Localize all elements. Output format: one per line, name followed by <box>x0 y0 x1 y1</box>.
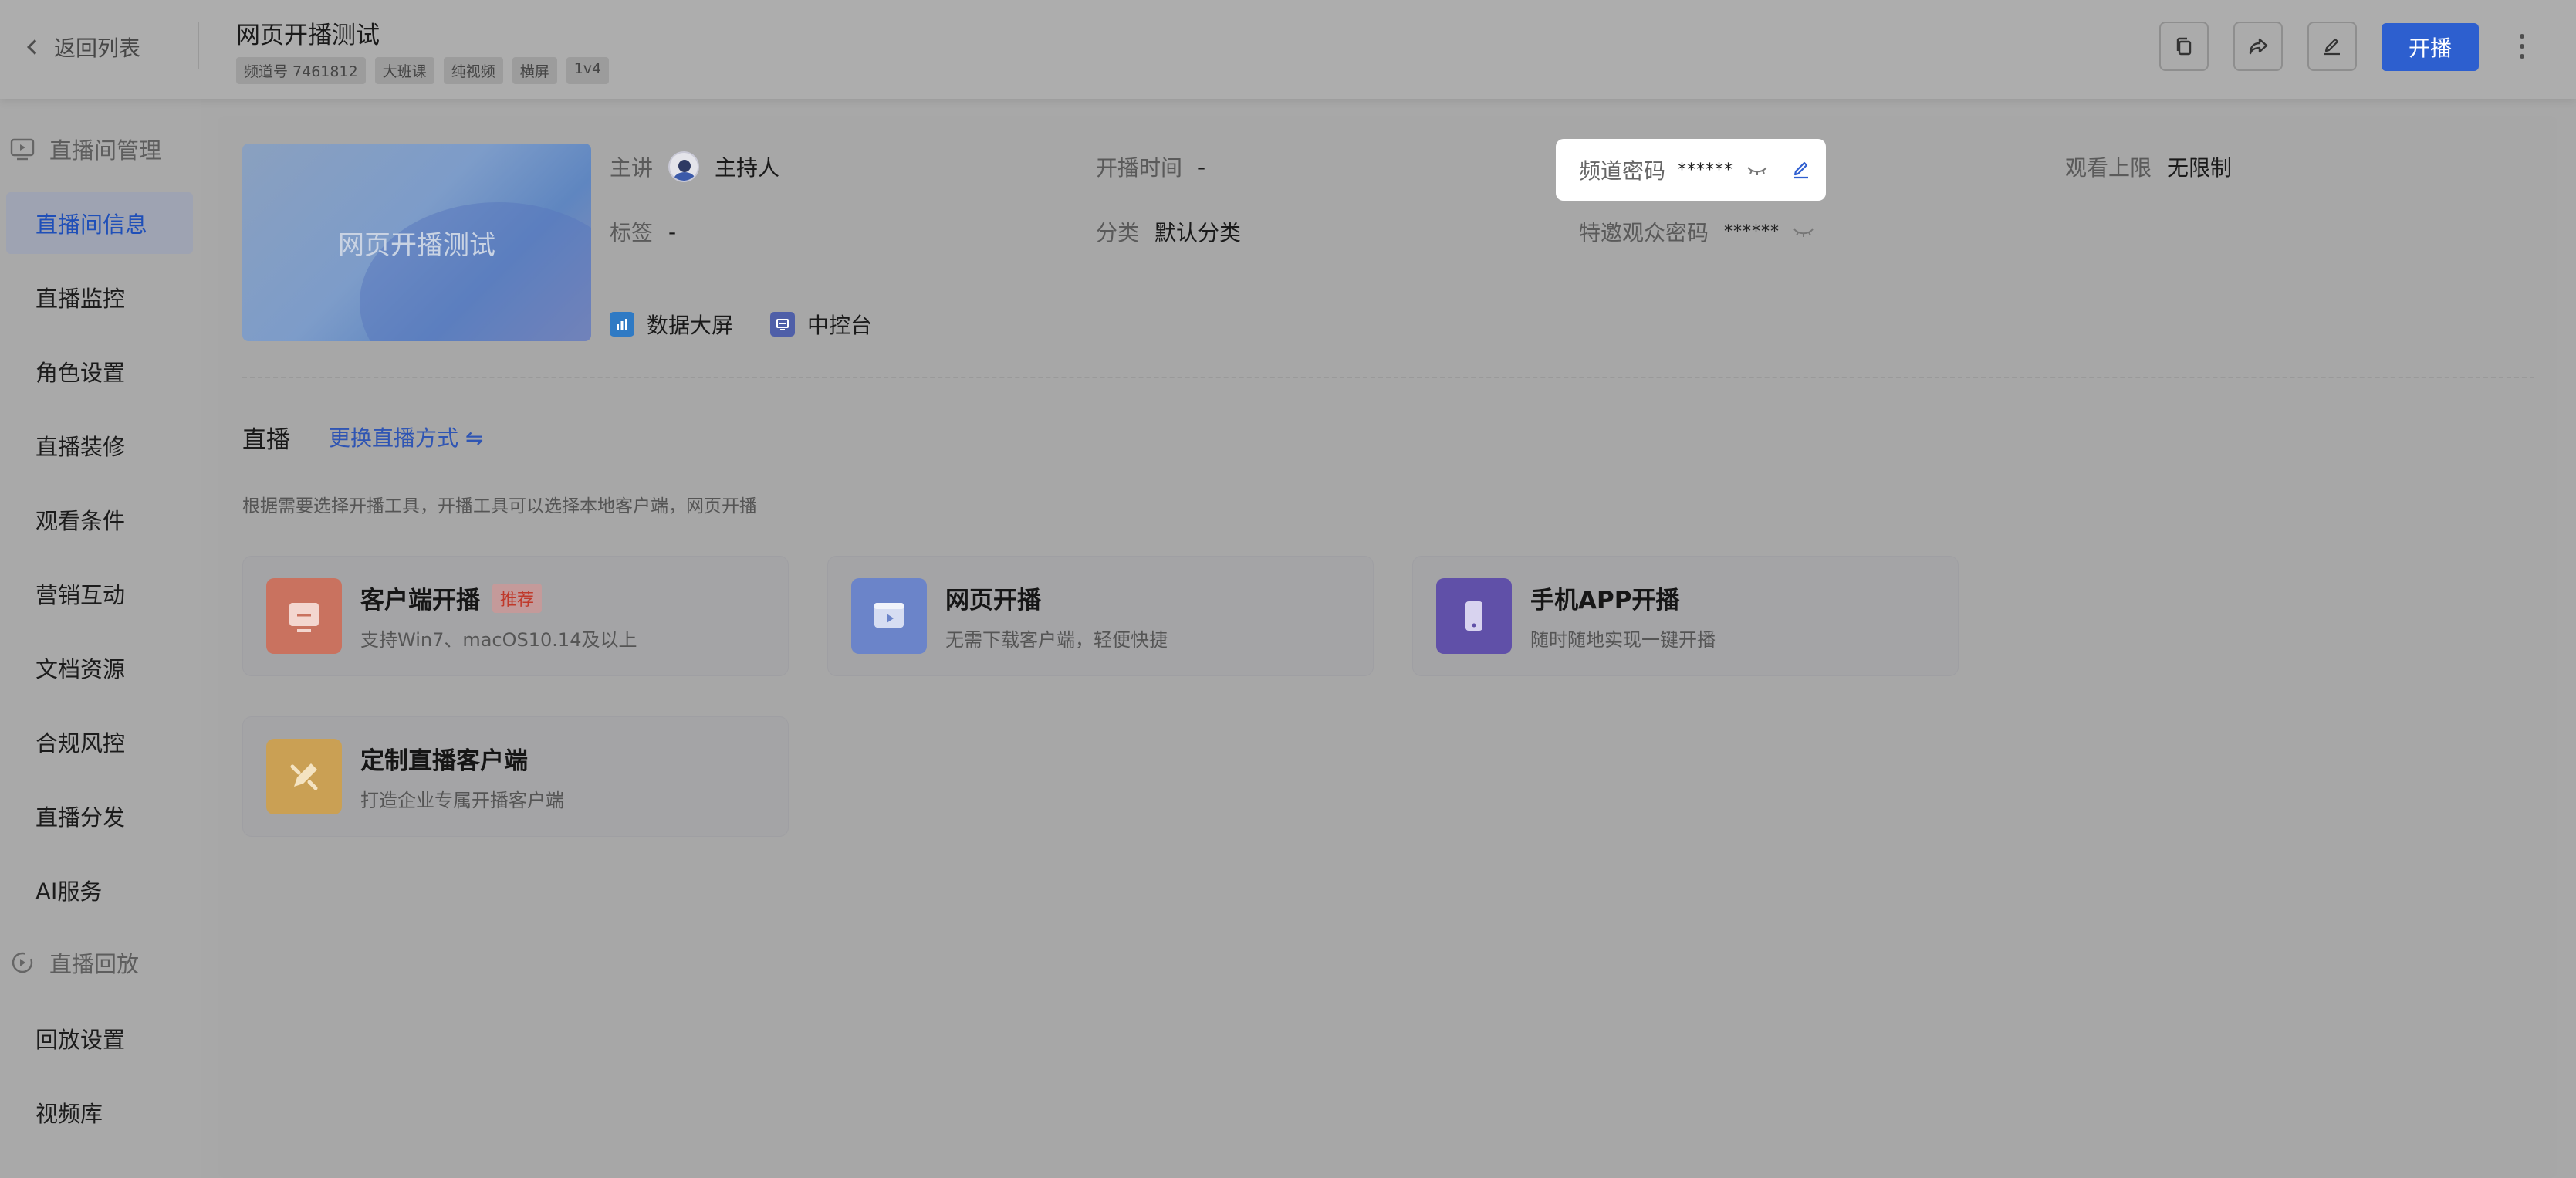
playback-icon <box>12 952 33 973</box>
eye-closed-icon[interactable] <box>1792 224 1815 239</box>
start-live-button[interactable]: 开播 <box>2382 23 2479 71</box>
share-button[interactable] <box>2233 22 2283 71</box>
channel-tags: 频道号 7461812 大班课 纯视频 横屏 1v4 <box>236 57 610 84</box>
start-time-key: 开播时间 <box>1096 155 1183 181</box>
client-monitor-icon <box>266 578 342 654</box>
mobile-app-live-card[interactable]: 手机APP开播 随时随地实现一键开播 <box>1412 556 1959 676</box>
category-value: 默认分类 <box>1154 220 1242 245</box>
sidebar-item-roles[interactable]: 角色设置 <box>0 340 193 402</box>
orientation-tag: 横屏 <box>512 57 557 84</box>
tag-value: - <box>668 218 677 245</box>
eye-closed-icon[interactable] <box>1746 162 1769 178</box>
sidebar-group-playback[interactable]: 直播回放 <box>9 946 139 979</box>
start-time-field: 开播时间 - <box>1096 151 1205 182</box>
card-title: 网页开播 <box>945 587 1041 614</box>
header-divider <box>198 22 199 69</box>
lecturer-value: 主持人 <box>715 155 780 181</box>
start-time-value: - <box>1198 154 1206 180</box>
invite-password-value: ****** <box>1724 222 1780 242</box>
edit-button[interactable] <box>2307 22 2357 71</box>
back-to-list-button[interactable]: 返回列表 <box>23 28 140 66</box>
lecturer-key: 主讲 <box>610 155 654 181</box>
top-header: 返回列表 网页开播测试 频道号 7461812 大班课 纯视频 横屏 1v4 开… <box>0 0 2576 99</box>
live-screen-icon <box>10 138 35 161</box>
phone-icon <box>1436 578 1512 654</box>
viewer-limit-value: 无限制 <box>2167 155 2233 181</box>
tag-key: 标签 <box>610 220 654 245</box>
console-link[interactable]: 中控台 <box>770 309 872 340</box>
lecturer-field: 主讲 主持人 <box>610 151 779 182</box>
seat-tag: 1v4 <box>566 57 610 84</box>
sidebar-item-decoration[interactable]: 直播装修 <box>0 415 193 476</box>
client-live-card[interactable]: 客户端开播 推荐 支持Win7、macOS10.14及以上 <box>242 556 789 676</box>
data-screen-link[interactable]: 数据大屏 <box>610 309 733 340</box>
edit-password-icon[interactable] <box>1790 159 1812 181</box>
more-menu-icon[interactable] <box>2513 31 2531 62</box>
custom-pencil-icon <box>266 739 342 814</box>
sidebar-item-playback-settings[interactable]: 回放设置 <box>0 1007 193 1069</box>
browser-play-icon <box>851 578 927 654</box>
bar-chart-icon <box>610 312 634 337</box>
sidebar-item-distribution[interactable]: 直播分发 <box>0 785 193 847</box>
card-title: 客户端开播 <box>360 587 480 614</box>
sidebar: 直播间管理 直播间信息 直播监控 角色设置 直播装修 观看条件 营销互动 文档资… <box>0 99 201 1178</box>
scene-tag: 大班课 <box>374 57 434 84</box>
copy-button[interactable] <box>2159 22 2209 71</box>
custom-client-card[interactable]: 定制直播客户端 打造企业专属开播客户端 <box>242 716 789 837</box>
category-field: 分类 默认分类 <box>1096 216 1241 247</box>
data-screen-label: 数据大屏 <box>647 313 734 338</box>
copy-icon <box>2176 37 2192 56</box>
recommend-badge: 推荐 <box>492 583 543 613</box>
sidebar-item-monitor[interactable]: 直播监控 <box>0 266 193 328</box>
share-icon <box>2249 38 2268 55</box>
console-label: 中控台 <box>807 313 873 338</box>
channel-password-value: ****** <box>1678 160 1734 180</box>
sidebar-item-viewing-conditions[interactable]: 观看条件 <box>0 489 193 550</box>
avatar <box>668 151 700 182</box>
live-cover-image: 网页开播测试 <box>242 144 591 341</box>
chevron-left-icon <box>27 39 42 55</box>
page-title: 网页开播测试 <box>236 22 380 49</box>
viewer-limit-key: 观看上限 <box>2065 155 2152 181</box>
sidebar-item-marketing[interactable]: 营销互动 <box>0 563 193 625</box>
sidebar-item-ai-service[interactable]: AI服务 <box>0 859 193 921</box>
category-key: 分类 <box>1096 220 1140 245</box>
sidebar-group-label: 直播回放 <box>49 951 140 977</box>
invite-password-key: 特邀观众密码 <box>1579 220 1709 245</box>
viewer-limit-field: 观看上限 无限制 <box>2065 151 2232 182</box>
live-tool-hint: 根据需要选择开播工具，开播工具可以选择本地客户端，网页开播 <box>242 496 757 516</box>
section-divider <box>242 377 2534 378</box>
tag-field: 标签 - <box>610 216 676 247</box>
sidebar-item-live-info[interactable]: 直播间信息 <box>6 192 193 254</box>
card-description: 无需下载客户端，轻便快捷 <box>945 629 1168 651</box>
back-label: 返回列表 <box>54 36 141 61</box>
card-title: 定制直播客户端 <box>360 747 528 775</box>
sidebar-item-video-library[interactable]: 视频库 <box>0 1082 193 1143</box>
sidebar-group-live-management[interactable]: 直播间管理 <box>9 133 161 165</box>
live-section-title: 直播 <box>242 426 290 454</box>
invite-password-field: 特邀观众密码 ****** <box>1579 216 1815 247</box>
channel-password-field: 频道密码 ****** <box>1556 139 1826 201</box>
console-icon <box>770 312 795 337</box>
card-description: 随时随地实现一键开播 <box>1530 629 1716 651</box>
channel-id-tag: 频道号 7461812 <box>236 57 366 84</box>
card-description: 支持Win7、macOS10.14及以上 <box>360 629 637 651</box>
web-live-card[interactable]: 网页开播 无需下载客户端，轻便快捷 <box>827 556 1374 676</box>
sidebar-item-compliance[interactable]: 合规风控 <box>0 711 193 773</box>
card-description: 打造企业专属开播客户端 <box>360 790 564 811</box>
card-title: 手机APP开播 <box>1530 587 1680 614</box>
sidebar-item-documents[interactable]: 文档资源 <box>0 637 193 699</box>
sidebar-group-label: 直播间管理 <box>49 137 162 164</box>
switch-live-mode-link[interactable]: 更换直播方式 ⇋ <box>329 421 483 452</box>
pencil-icon <box>2324 38 2340 56</box>
channel-password-key: 频道密码 <box>1579 158 1666 184</box>
video-type-tag: 纯视频 <box>443 57 503 84</box>
cover-title: 网页开播测试 <box>338 229 495 261</box>
